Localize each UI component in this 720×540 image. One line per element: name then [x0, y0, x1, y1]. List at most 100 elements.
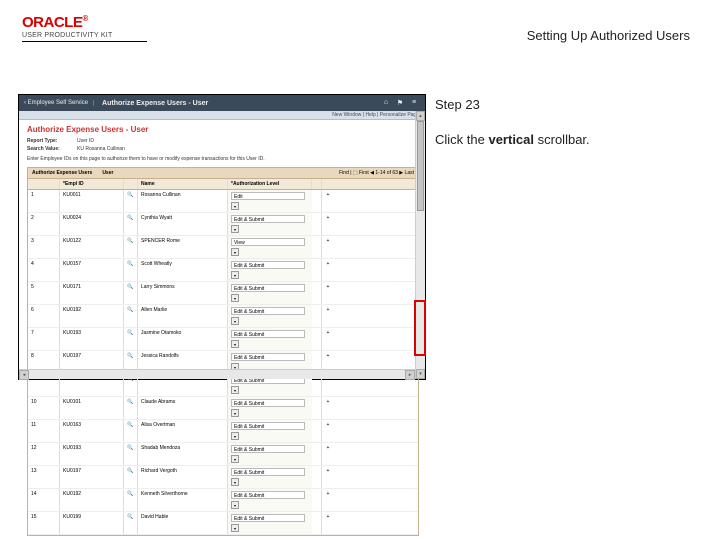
menu-icon[interactable]: ≡	[409, 99, 419, 107]
chevron-down-icon[interactable]: ▾	[231, 225, 239, 233]
auth-cell[interactable]: Edit & Submit▾	[228, 213, 312, 235]
table-row: 14KU0192🔍Kenneth SilverthorneEdit & Subm…	[28, 489, 418, 512]
auth-cell[interactable]: Edit▾	[228, 190, 312, 212]
grid-tab-1[interactable]: Authorize Expense Users	[32, 170, 92, 176]
scroll-track[interactable]	[416, 121, 425, 369]
auth-cell[interactable]: Edit & Submit▾	[228, 328, 312, 350]
add-row-icon[interactable]: +	[322, 282, 334, 304]
emplid-cell[interactable]: KU0171	[60, 282, 124, 304]
chevron-down-icon[interactable]: ▾	[231, 202, 239, 210]
add-row-icon[interactable]: +	[322, 190, 334, 212]
emplid-cell[interactable]: KU0024	[60, 213, 124, 235]
horizontal-scrollbar[interactable]: ◂ ▸	[19, 369, 415, 379]
back-crumb[interactable]: ‹ Employee Self Service	[19, 100, 94, 106]
auth-cell[interactable]: View▾	[228, 236, 312, 258]
auth-cell[interactable]: Edit & Submit▾	[228, 512, 312, 534]
table-row: 11KU0163🔍Alisa OvertmanEdit & Submit▾+	[28, 420, 418, 443]
lookup-icon[interactable]: 🔍	[124, 443, 138, 465]
add-row-icon[interactable]: +	[322, 259, 334, 281]
col-auth[interactable]: *Authorization Level	[228, 179, 312, 189]
emplid-cell[interactable]: KU0163	[60, 420, 124, 442]
lookup-icon[interactable]: 🔍	[124, 282, 138, 304]
add-row-icon[interactable]: +	[322, 489, 334, 511]
auth-cell[interactable]: Edit & Submit▾	[228, 443, 312, 465]
auth-cell[interactable]: Edit & Submit▾	[228, 489, 312, 511]
chevron-down-icon[interactable]: ▾	[231, 386, 239, 394]
instruction-panel: Step 23 Click the vertical scrollbar.	[435, 95, 695, 151]
chevron-down-icon[interactable]: ▾	[231, 409, 239, 417]
grid-nav[interactable]: Find | ⬚ First ◀ 1-14 of 63 ▶ Last	[339, 170, 414, 176]
emplid-cell[interactable]: KU0197	[60, 466, 124, 488]
grid-tab-2[interactable]: User	[102, 170, 113, 176]
auth-cell[interactable]: Edit & Submit▾	[228, 282, 312, 304]
chevron-down-icon[interactable]: ▾	[231, 340, 239, 348]
logo-subtitle: USER PRODUCTIVITY KIT	[22, 32, 147, 39]
lookup-icon[interactable]: 🔍	[124, 236, 138, 258]
lookup-icon[interactable]: 🔍	[124, 213, 138, 235]
add-row-icon[interactable]: +	[322, 420, 334, 442]
emplid-cell[interactable]: KU0193	[60, 328, 124, 350]
emplid-cell[interactable]: KU0192	[60, 489, 124, 511]
table-row: 1KU0011🔍Rosanna CullinanEdit▾+	[28, 190, 418, 213]
lookup-icon[interactable]: 🔍	[124, 259, 138, 281]
scroll-right-icon[interactable]: ▸	[405, 370, 415, 380]
name-cell: Allen Marlie	[138, 305, 228, 327]
name-cell: Claude Abrams	[138, 397, 228, 419]
auth-cell[interactable]: Edit & Submit▾	[228, 259, 312, 281]
auth-cell[interactable]: Edit & Submit▾	[228, 466, 312, 488]
chevron-down-icon[interactable]: ▾	[231, 524, 239, 532]
lookup-icon[interactable]: 🔍	[124, 328, 138, 350]
chevron-down-icon[interactable]: ▾	[231, 317, 239, 325]
add-row-icon[interactable]: +	[322, 213, 334, 235]
emplid-cell[interactable]: KU0101	[60, 397, 124, 419]
table-row: 6KU0192🔍Allen MarlieEdit & Submit▾+	[28, 305, 418, 328]
add-row-icon[interactable]: +	[322, 305, 334, 327]
chevron-down-icon[interactable]: ▾	[231, 271, 239, 279]
emplid-cell[interactable]: KU0193	[60, 443, 124, 465]
add-row-icon[interactable]: +	[322, 397, 334, 419]
lookup-icon[interactable]: 🔍	[124, 489, 138, 511]
chevron-down-icon[interactable]: ▾	[231, 294, 239, 302]
lookup-icon[interactable]: 🔍	[124, 305, 138, 327]
table-row: 7KU0193🔍Jasmine OtamokoEdit & Submit▾+	[28, 328, 418, 351]
name-cell: Jasmine Otamoko	[138, 328, 228, 350]
chevron-down-icon[interactable]: ▾	[231, 455, 239, 463]
add-row-icon[interactable]: +	[322, 466, 334, 488]
scroll-down-icon[interactable]: ▾	[416, 369, 425, 379]
scroll-up-icon[interactable]: ▴	[416, 111, 425, 121]
emplid-cell[interactable]: KU0011	[60, 190, 124, 212]
chevron-down-icon[interactable]: ▾	[231, 248, 239, 256]
scroll-left-icon[interactable]: ◂	[19, 370, 29, 380]
lookup-icon[interactable]: 🔍	[124, 466, 138, 488]
emplid-cell[interactable]: KU0199	[60, 512, 124, 534]
auth-cell[interactable]: Edit & Submit▾	[228, 397, 312, 419]
home-icon[interactable]: ⌂	[381, 99, 391, 107]
grid-header: *Empl ID Name *Authorization Level	[28, 179, 418, 190]
lookup-icon[interactable]: 🔍	[124, 512, 138, 534]
col-emplid[interactable]: *Empl ID	[60, 179, 124, 189]
flag-icon[interactable]: ⚑	[395, 99, 405, 107]
add-row-icon[interactable]: +	[322, 512, 334, 534]
chevron-down-icon[interactable]: ▾	[231, 432, 239, 440]
chevron-down-icon[interactable]: ▾	[231, 501, 239, 509]
lookup-icon[interactable]: 🔍	[124, 190, 138, 212]
emplid-cell[interactable]: KU0157	[60, 259, 124, 281]
add-row-icon[interactable]: +	[322, 236, 334, 258]
lookup-icon[interactable]: 🔍	[124, 397, 138, 419]
emplid-cell[interactable]: KU0122	[60, 236, 124, 258]
add-row-icon[interactable]: +	[322, 328, 334, 350]
subbar-links[interactable]: New Window | Help | Personalize Page	[19, 111, 425, 120]
auth-cell[interactable]: Edit & Submit▾	[228, 305, 312, 327]
emplid-cell[interactable]: KU0192	[60, 305, 124, 327]
chevron-down-icon[interactable]: ▾	[231, 478, 239, 486]
meta-row-1: Report Type:User ID	[27, 138, 417, 144]
name-cell: Kenneth Silverthorne	[138, 489, 228, 511]
lookup-icon[interactable]: 🔍	[124, 420, 138, 442]
auth-cell[interactable]: Edit & Submit▾	[228, 420, 312, 442]
scroll-thumb[interactable]	[417, 121, 424, 211]
col-name[interactable]: Name	[138, 179, 228, 189]
vertical-scrollbar[interactable]: ▴ ▾	[415, 111, 425, 379]
topbar-title: Authorize Expense Users - User	[94, 100, 216, 107]
add-row-icon[interactable]: +	[322, 443, 334, 465]
oracle-logo: ORACLE® USER PRODUCTIVITY KIT	[22, 14, 147, 42]
